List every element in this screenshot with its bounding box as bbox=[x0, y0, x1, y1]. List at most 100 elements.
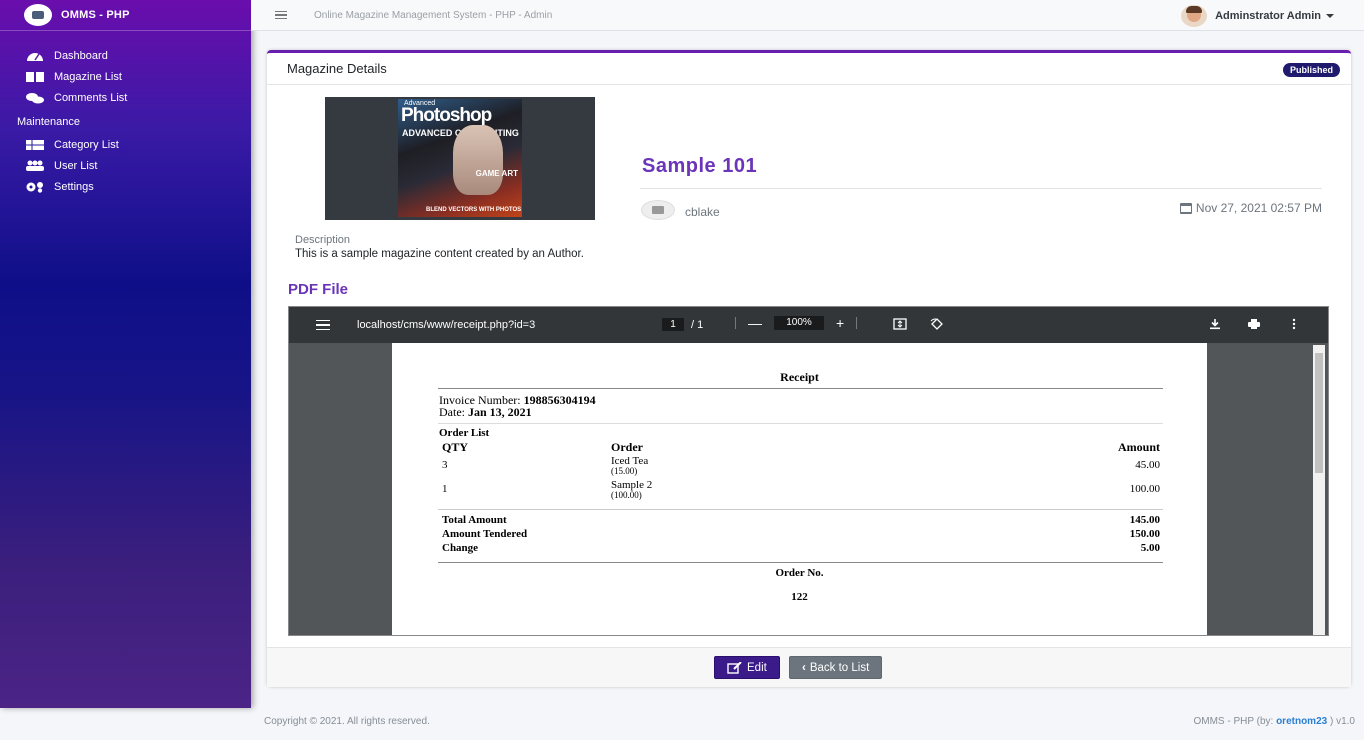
pdf-scrollbar[interactable] bbox=[1313, 345, 1325, 635]
brand-logo-icon bbox=[24, 4, 52, 26]
divider bbox=[856, 317, 858, 329]
tendered-value: 150.00 bbox=[1129, 528, 1160, 540]
magazine-cover-image: Advanced Photoshop ADVANCED COMPOSITING … bbox=[398, 99, 522, 217]
rotate-icon[interactable] bbox=[930, 318, 944, 330]
status-badge: Published bbox=[1282, 63, 1340, 77]
user-menu[interactable]: Adminstrator Admin bbox=[1181, 5, 1334, 27]
caret-down-icon bbox=[1326, 14, 1334, 18]
author-name: cblake bbox=[685, 205, 720, 219]
dashboard-icon bbox=[25, 50, 47, 62]
chevron-left-icon: ‹ bbox=[802, 661, 806, 674]
author-link[interactable]: oretnom23 bbox=[1276, 716, 1327, 727]
pdf-section-title: PDF File bbox=[288, 281, 349, 298]
receipt-page: Receipt Invoice Number: 198856304194 Dat… bbox=[392, 343, 1207, 635]
page-title: Online Magazine Management System - PHP … bbox=[314, 9, 553, 21]
edit-button-label: Edit bbox=[747, 661, 767, 674]
download-icon[interactable] bbox=[1208, 318, 1222, 330]
change-value: 5.00 bbox=[1140, 542, 1160, 554]
sidebar-item-label: Magazine List bbox=[54, 70, 122, 83]
description-text: This is a sample magazine content create… bbox=[295, 248, 584, 260]
zoom-out-button[interactable]: — bbox=[748, 315, 762, 331]
header-amount: Amount bbox=[1117, 440, 1160, 454]
divider bbox=[438, 423, 1163, 424]
row-price: (15.00) bbox=[611, 466, 638, 476]
cogs-icon bbox=[25, 181, 47, 193]
table-icon bbox=[25, 139, 47, 151]
sidebar-item-label: Dashboard bbox=[54, 49, 108, 62]
header-qty: QTY bbox=[442, 440, 469, 454]
pdf-page-total: / 1 bbox=[691, 318, 704, 331]
divider bbox=[640, 188, 1322, 189]
brand-name: OMMS - PHP bbox=[61, 9, 130, 21]
order-no-label: Order No. bbox=[775, 567, 824, 579]
pdf-toolbar: localhost/cms/www/receipt.php?id=3 1 / 1… bbox=[289, 307, 1328, 343]
invoice-number: 198856304194 bbox=[523, 393, 596, 407]
receipt-date: Jan 13, 2021 bbox=[468, 405, 532, 419]
date-line: Date: Jan 13, 2021 bbox=[439, 405, 532, 420]
cover-text: Photoshop bbox=[401, 105, 492, 126]
sidebar-item-label: User List bbox=[54, 159, 98, 172]
calendar-icon bbox=[1179, 202, 1192, 214]
footer-credits-suffix: ) v1.0 bbox=[1327, 716, 1355, 727]
sidebar-item-dashboard[interactable]: Dashboard bbox=[0, 45, 251, 66]
header-order: Order bbox=[611, 440, 643, 454]
card-header: Magazine Details Published bbox=[267, 53, 1351, 85]
pdf-menu-icon[interactable] bbox=[316, 319, 330, 331]
description-label: Description bbox=[295, 234, 351, 246]
row-qty: 3 bbox=[442, 459, 448, 471]
pdf-zoom-controls: — 100% + bbox=[735, 315, 858, 331]
receipt-title: Receipt bbox=[780, 370, 819, 384]
users-icon bbox=[25, 160, 47, 172]
pdf-viewer[interactable]: localhost/cms/www/receipt.php?id=3 1 / 1… bbox=[288, 306, 1329, 636]
pdf-page-nav: 1 / 1 bbox=[662, 318, 703, 331]
cover-text: BLEND VECTORS WITH PHOTOS bbox=[426, 207, 522, 213]
sidebar-item-magazine-list[interactable]: Magazine List bbox=[0, 66, 251, 87]
edit-icon bbox=[727, 661, 742, 674]
divider bbox=[735, 317, 736, 329]
pdf-page-input[interactable]: 1 bbox=[662, 318, 684, 331]
cover-image-frame: Advanced Photoshop ADVANCED COMPOSITING … bbox=[325, 97, 595, 220]
total-label: Total Amount bbox=[442, 514, 507, 526]
total-value: 145.00 bbox=[1129, 514, 1160, 526]
avatar bbox=[1181, 5, 1208, 27]
sidebar-item-comments-list[interactable]: Comments List bbox=[0, 87, 251, 108]
scrollbar-thumb[interactable] bbox=[1315, 353, 1323, 473]
more-options-icon[interactable] bbox=[1287, 318, 1301, 330]
book-icon bbox=[25, 71, 47, 83]
comments-icon bbox=[25, 92, 47, 104]
fit-page-icon[interactable] bbox=[893, 318, 907, 330]
author-avatar bbox=[641, 200, 675, 220]
brand-link[interactable]: OMMS - PHP bbox=[0, 0, 251, 31]
order-no: 122 bbox=[791, 591, 808, 603]
row-qty: 1 bbox=[442, 483, 448, 495]
date-label: Date: bbox=[439, 405, 465, 419]
menu-toggle-icon[interactable] bbox=[275, 10, 287, 20]
row-amount: 100.00 bbox=[1129, 483, 1160, 495]
sidebar-item-settings[interactable]: Settings bbox=[0, 176, 251, 197]
sidebar-item-user-list[interactable]: User List bbox=[0, 155, 251, 176]
zoom-input[interactable]: 100% bbox=[774, 316, 824, 330]
row-amount: 45.00 bbox=[1135, 459, 1160, 471]
zoom-in-button[interactable]: + bbox=[836, 315, 844, 331]
footer-copyright: Copyright © 2021. All rights reserved. bbox=[264, 716, 430, 727]
divider bbox=[438, 509, 1163, 510]
sidebar: OMMS - PHP Dashboard Magazine List Comme… bbox=[0, 0, 251, 708]
order-list-label: Order List bbox=[439, 427, 490, 439]
magazine-title: Sample 101 bbox=[642, 155, 758, 177]
divider bbox=[438, 388, 1163, 389]
back-to-list-button[interactable]: ‹ Back to List bbox=[789, 656, 883, 679]
sidebar-nav: Dashboard Magazine List Comments List Ma… bbox=[0, 31, 251, 197]
row-price: (100.00) bbox=[611, 490, 642, 500]
card-title: Magazine Details bbox=[287, 61, 387, 76]
print-icon[interactable] bbox=[1247, 318, 1261, 330]
pdf-url: localhost/cms/www/receipt.php?id=3 bbox=[357, 319, 536, 331]
top-navbar: Online Magazine Management System - PHP … bbox=[251, 0, 1364, 31]
change-label: Change bbox=[442, 542, 479, 554]
edit-button[interactable]: Edit bbox=[714, 656, 780, 679]
footer-credits-prefix: OMMS - PHP (by: bbox=[1193, 716, 1277, 727]
cover-text: GAME ART bbox=[475, 169, 518, 178]
sidebar-item-category-list[interactable]: Category List bbox=[0, 134, 251, 155]
sidebar-item-label: Comments List bbox=[54, 91, 128, 104]
publish-date: Nov 27, 2021 02:57 PM bbox=[1179, 201, 1322, 215]
card-footer: Edit ‹ Back to List bbox=[267, 647, 1351, 687]
